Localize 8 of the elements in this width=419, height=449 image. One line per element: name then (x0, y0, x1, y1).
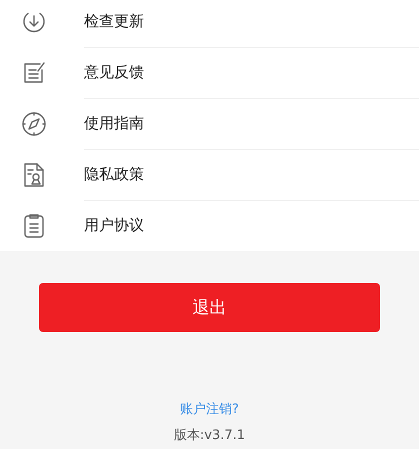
compass-icon (21, 110, 47, 136)
logout-button[interactable]: 退出 (39, 283, 380, 332)
menu-item[interactable]: 隐私政策 (0, 149, 419, 200)
menu-item[interactable]: 意见反馈 (0, 47, 419, 98)
menu-item[interactable]: 用户协议 (0, 200, 419, 251)
menu-item[interactable]: 检查更新 (0, 0, 419, 47)
version-text: 版本:v3.7.1 (174, 427, 246, 444)
menu-item[interactable]: 使用指南 (0, 98, 419, 149)
